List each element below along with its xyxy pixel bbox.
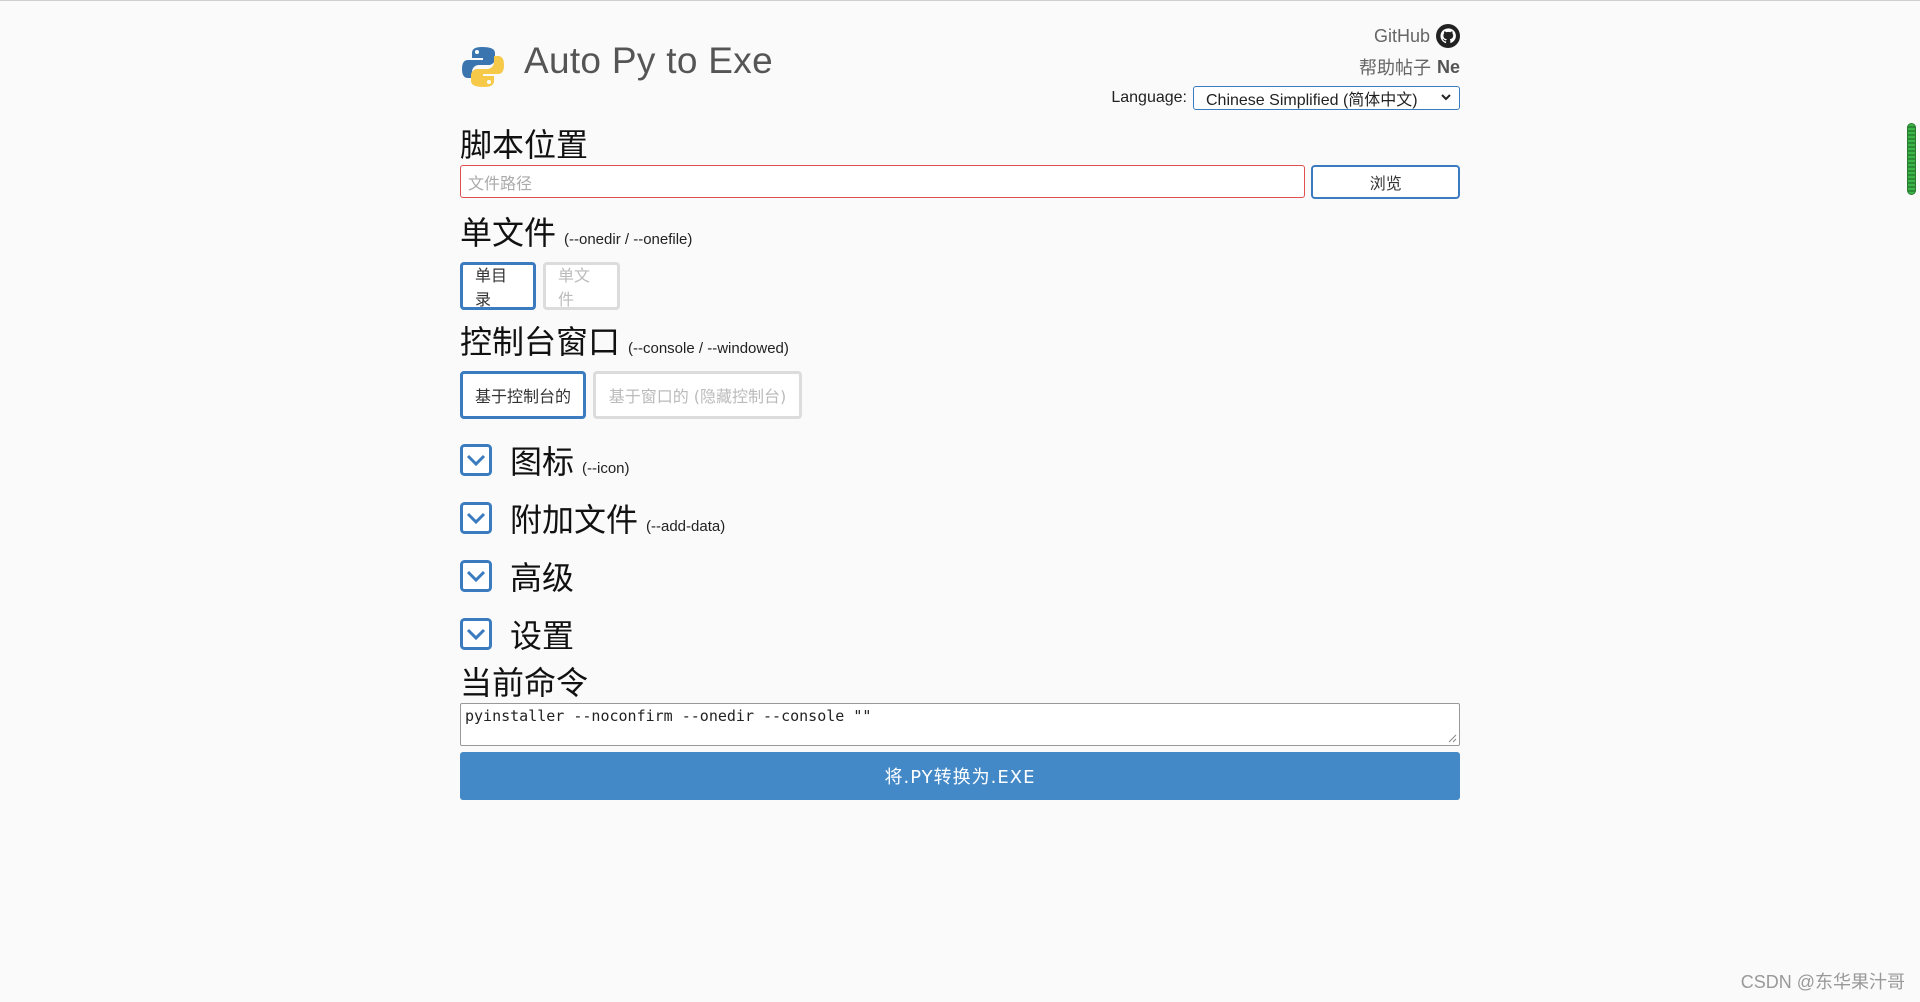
icon-section-toggle[interactable]: 图标 (--icon) bbox=[460, 431, 1460, 489]
console-hint: (--console / --windowed) bbox=[628, 340, 789, 357]
header-links: GitHub 帮助帖子 Ne Language: Chinese Simplif… bbox=[1111, 24, 1460, 110]
header: Auto Py to Exe GitHub 帮助帖子 Ne Language: … bbox=[460, 0, 1460, 125]
chevron-down-icon[interactable] bbox=[460, 560, 492, 592]
main-container: Auto Py to Exe GitHub 帮助帖子 Ne Language: … bbox=[460, 0, 1460, 800]
language-value: Chinese Simplified (简体中文) bbox=[1206, 92, 1418, 109]
command-value: pyinstaller --noconfirm --onedir --conso… bbox=[465, 707, 872, 725]
script-path-input[interactable]: 文件路径 bbox=[460, 165, 1306, 198]
command-title: 当前命令 bbox=[460, 664, 589, 702]
advanced-section-toggle[interactable]: 高级 bbox=[460, 547, 1460, 605]
add-data-section-title-text: 附加文件 bbox=[510, 501, 639, 539]
app-title: Auto Py to Exe bbox=[524, 40, 773, 81]
browse-button[interactable]: 浏览 bbox=[1311, 165, 1460, 199]
add-data-section-toggle[interactable]: 附加文件 (--add-data) bbox=[460, 489, 1460, 547]
help-label[interactable]: 帮助帖子 bbox=[1359, 54, 1431, 80]
chevron-down-icon bbox=[1441, 94, 1451, 101]
onedir-button[interactable]: 单目录 bbox=[460, 262, 536, 310]
console-title-text: 控制台窗口 bbox=[460, 323, 621, 361]
onefile-title: 单文件 (--onedir / --onefile) bbox=[460, 213, 1460, 260]
icon-section-title-text: 图标 bbox=[510, 443, 575, 481]
command-section: 当前命令 pyinstaller --noconfirm --onedir --… bbox=[460, 663, 1460, 800]
script-section: 脚本位置 文件路径 浏览 bbox=[460, 125, 1460, 199]
onefile-title-text: 单文件 bbox=[460, 214, 557, 252]
onefile-section: 单文件 (--onedir / --onefile) 单目录 单文件 bbox=[460, 213, 1460, 310]
add-data-section-hint: (--add-data) bbox=[646, 518, 726, 535]
icon-section-hint: (--icon) bbox=[582, 460, 630, 477]
github-label[interactable]: GitHub bbox=[1374, 26, 1430, 47]
icon-section-title: 图标 (--icon) bbox=[510, 437, 630, 483]
command-textarea[interactable]: pyinstaller --noconfirm --onedir --conso… bbox=[460, 703, 1460, 746]
help-extra: Ne bbox=[1436, 56, 1460, 77]
advanced-section-title: 高级 bbox=[510, 559, 575, 597]
language-row: Language: Chinese Simplified (简体中文) bbox=[1111, 86, 1460, 110]
onefile-button[interactable]: 单文件 bbox=[543, 262, 620, 310]
onefile-options: 单目录 单文件 bbox=[460, 262, 1460, 310]
github-icon[interactable] bbox=[1436, 24, 1460, 48]
settings-section-toggle[interactable]: 设置 bbox=[460, 605, 1460, 663]
chevron-down-icon[interactable] bbox=[460, 502, 492, 534]
console-section: 控制台窗口 (--console / --windowed) 基于控制台的 基于窗… bbox=[460, 322, 1460, 419]
language-select[interactable]: Chinese Simplified (简体中文) bbox=[1193, 86, 1460, 110]
chevron-down-icon[interactable] bbox=[460, 444, 492, 476]
script-title: 脚本位置 bbox=[460, 126, 589, 164]
python-logo-icon bbox=[462, 47, 504, 87]
chevron-down-icon[interactable] bbox=[460, 618, 492, 650]
add-data-section-title: 附加文件 (--add-data) bbox=[510, 495, 725, 541]
settings-section-title: 设置 bbox=[510, 617, 575, 655]
console-title: 控制台窗口 (--console / --windowed) bbox=[460, 322, 1460, 369]
help-link[interactable]: 帮助帖子 Ne bbox=[1111, 54, 1460, 80]
watermark: CSDN @东华果汁哥 bbox=[1740, 972, 1905, 992]
convert-button[interactable]: 将.PY转换为.EXE bbox=[460, 752, 1460, 800]
window-based-button[interactable]: 基于窗口的 (隐藏控制台) bbox=[593, 371, 802, 419]
github-link[interactable]: GitHub bbox=[1111, 24, 1460, 48]
scrollbar-thumb[interactable] bbox=[1907, 123, 1916, 195]
resize-handle-icon[interactable] bbox=[1447, 733, 1457, 743]
collapsible-sections: 图标 (--icon) 附加文件 (--add-data) 高级 设置 bbox=[460, 431, 1460, 663]
console-options: 基于控制台的 基于窗口的 (隐藏控制台) bbox=[460, 371, 1460, 419]
console-based-button[interactable]: 基于控制台的 bbox=[460, 371, 586, 419]
language-label: Language: bbox=[1111, 89, 1187, 106]
onefile-hint: (--onedir / --onefile) bbox=[564, 231, 693, 248]
script-row: 文件路径 浏览 bbox=[460, 165, 1460, 199]
